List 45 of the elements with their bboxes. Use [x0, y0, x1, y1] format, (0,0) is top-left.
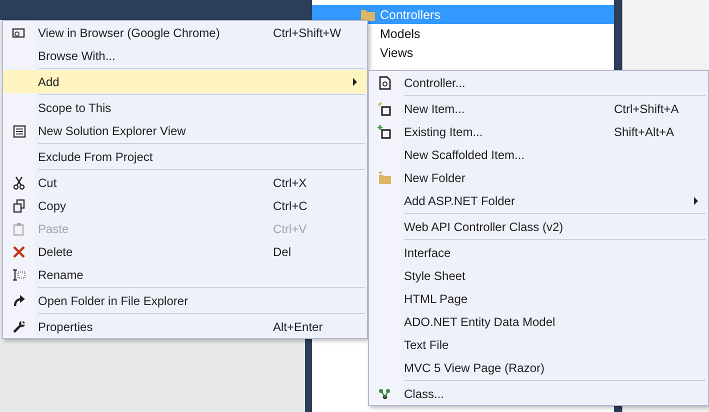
- menu-item[interactable]: Copy Ctrl+C: [3, 194, 367, 217]
- shortcut-text: Ctrl+Shift+A: [614, 102, 679, 116]
- delete-icon: [11, 244, 27, 260]
- menu-item[interactable]: MVC 5 View Page (Razor): [369, 356, 708, 379]
- menu-item[interactable]: Properties Alt+Enter: [3, 315, 367, 338]
- menu-item[interactable]: ADO.NET Entity Data Model: [369, 310, 708, 333]
- menu-item[interactable]: Browse With...: [3, 44, 367, 67]
- menu-item[interactable]: Interface: [369, 241, 708, 264]
- shortcut-text: Shift+Alt+A: [614, 124, 674, 138]
- add-item-icon: [377, 124, 393, 140]
- menu-item[interactable]: Text File: [369, 333, 708, 356]
- menu-item[interactable]: Cut Ctrl+X: [3, 171, 367, 194]
- folder-icon: [377, 170, 393, 186]
- new-item-icon: [377, 100, 393, 116]
- menu-item[interactable]: Existing Item... Shift+Alt+A: [369, 120, 708, 143]
- menu-item[interactable]: Open Folder in File Explorer: [3, 289, 367, 312]
- curved-arrow-icon: [11, 292, 27, 308]
- wrench-icon: [11, 318, 27, 334]
- shortcut-text: Alt+Enter: [273, 320, 323, 334]
- menu-item[interactable]: Style Sheet: [369, 264, 708, 287]
- menu-item[interactable]: Web API Controller Class (v2): [369, 215, 708, 238]
- menu-item[interactable]: Scope to This: [3, 96, 367, 119]
- shortcut-text: Ctrl+Shift+W: [273, 26, 342, 40]
- menu-item[interactable]: Exclude From Project: [3, 145, 367, 168]
- menu-item[interactable]: Controller...: [369, 71, 708, 94]
- menu-item[interactable]: New Solution Explorer View: [3, 119, 367, 142]
- copy-icon: [11, 198, 27, 214]
- menu-item[interactable]: Rename: [3, 263, 367, 286]
- window-list-icon: [11, 122, 27, 138]
- shortcut-text: Del: [273, 244, 292, 258]
- document-icon: [377, 74, 393, 90]
- menu-item[interactable]: Delete Del: [3, 240, 367, 263]
- menu-item[interactable]: New Scaffolded Item...: [369, 143, 708, 166]
- menu-item[interactable]: View in Browser (Google Chrome) Ctrl+Shift+W: [3, 21, 367, 44]
- shortcut-text: Ctrl+C: [273, 198, 308, 212]
- menu-item[interactable]: HTML Page: [369, 287, 708, 310]
- rename-icon: [11, 266, 27, 282]
- menu-item[interactable]: Class...: [369, 382, 708, 405]
- menu-item[interactable]: New Item... Ctrl+Shift+A: [369, 97, 708, 120]
- shortcut-text: Ctrl+X: [273, 176, 307, 190]
- shortcut-text: Ctrl+V: [273, 222, 307, 236]
- menu-item[interactable]: New Folder: [369, 166, 708, 189]
- scissors-icon: [11, 174, 27, 190]
- menu-item[interactable]: Add ASP.NET Folder: [369, 189, 708, 212]
- menu-item[interactable]: Add: [3, 70, 367, 93]
